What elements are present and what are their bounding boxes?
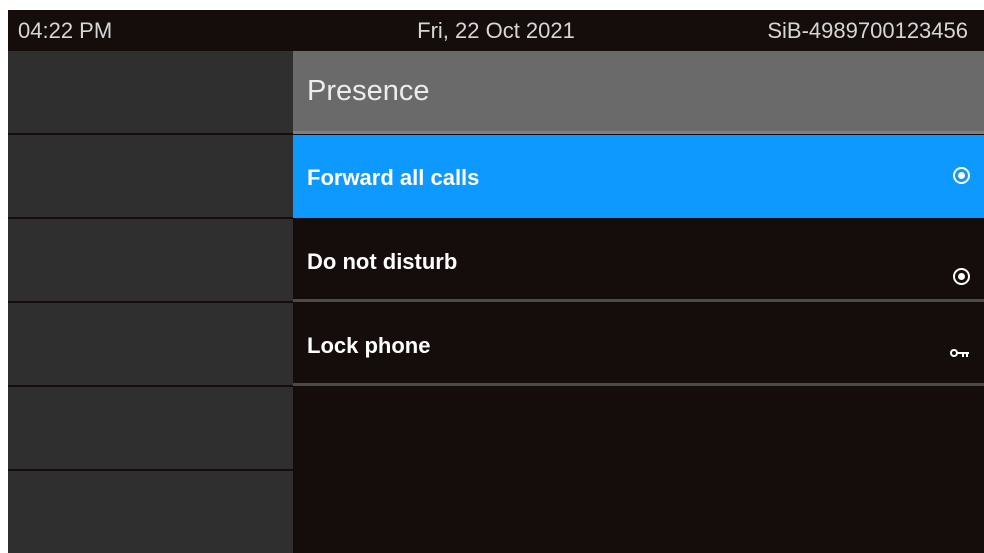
left-key-5[interactable] bbox=[8, 387, 293, 469]
left-key-panel bbox=[8, 51, 293, 553]
left-key-4[interactable] bbox=[8, 303, 293, 385]
left-key-2[interactable] bbox=[8, 135, 293, 217]
menu-title: Presence bbox=[307, 75, 430, 107]
menu-item-forward-all-calls[interactable]: Forward all calls bbox=[293, 135, 984, 218]
radio-icon bbox=[953, 167, 970, 184]
radio-icon bbox=[953, 268, 970, 285]
menu-item-lock-phone[interactable]: Lock phone bbox=[293, 303, 984, 386]
menu-item-label: Lock phone bbox=[307, 333, 431, 358]
phone-screen: 04:22 PM Fri, 22 Oct 2021 SiB-4989700123… bbox=[8, 10, 984, 553]
menu-header: Presence bbox=[293, 51, 984, 134]
key-icon bbox=[950, 338, 970, 364]
status-phone-number: SiB-4989700123456 bbox=[767, 18, 968, 43]
menu-item-label: Do not disturb bbox=[307, 249, 458, 274]
left-key-6[interactable] bbox=[8, 471, 293, 553]
menu-item-label: Forward all calls bbox=[307, 165, 480, 190]
left-key-1[interactable] bbox=[8, 51, 293, 133]
menu-item-do-not-disturb[interactable]: Do not disturb bbox=[293, 219, 984, 302]
presence-menu: Presence Forward all calls Do not distur… bbox=[293, 51, 984, 553]
left-key-3[interactable] bbox=[8, 219, 293, 301]
status-bar: 04:22 PM Fri, 22 Oct 2021 SiB-4989700123… bbox=[8, 10, 984, 51]
